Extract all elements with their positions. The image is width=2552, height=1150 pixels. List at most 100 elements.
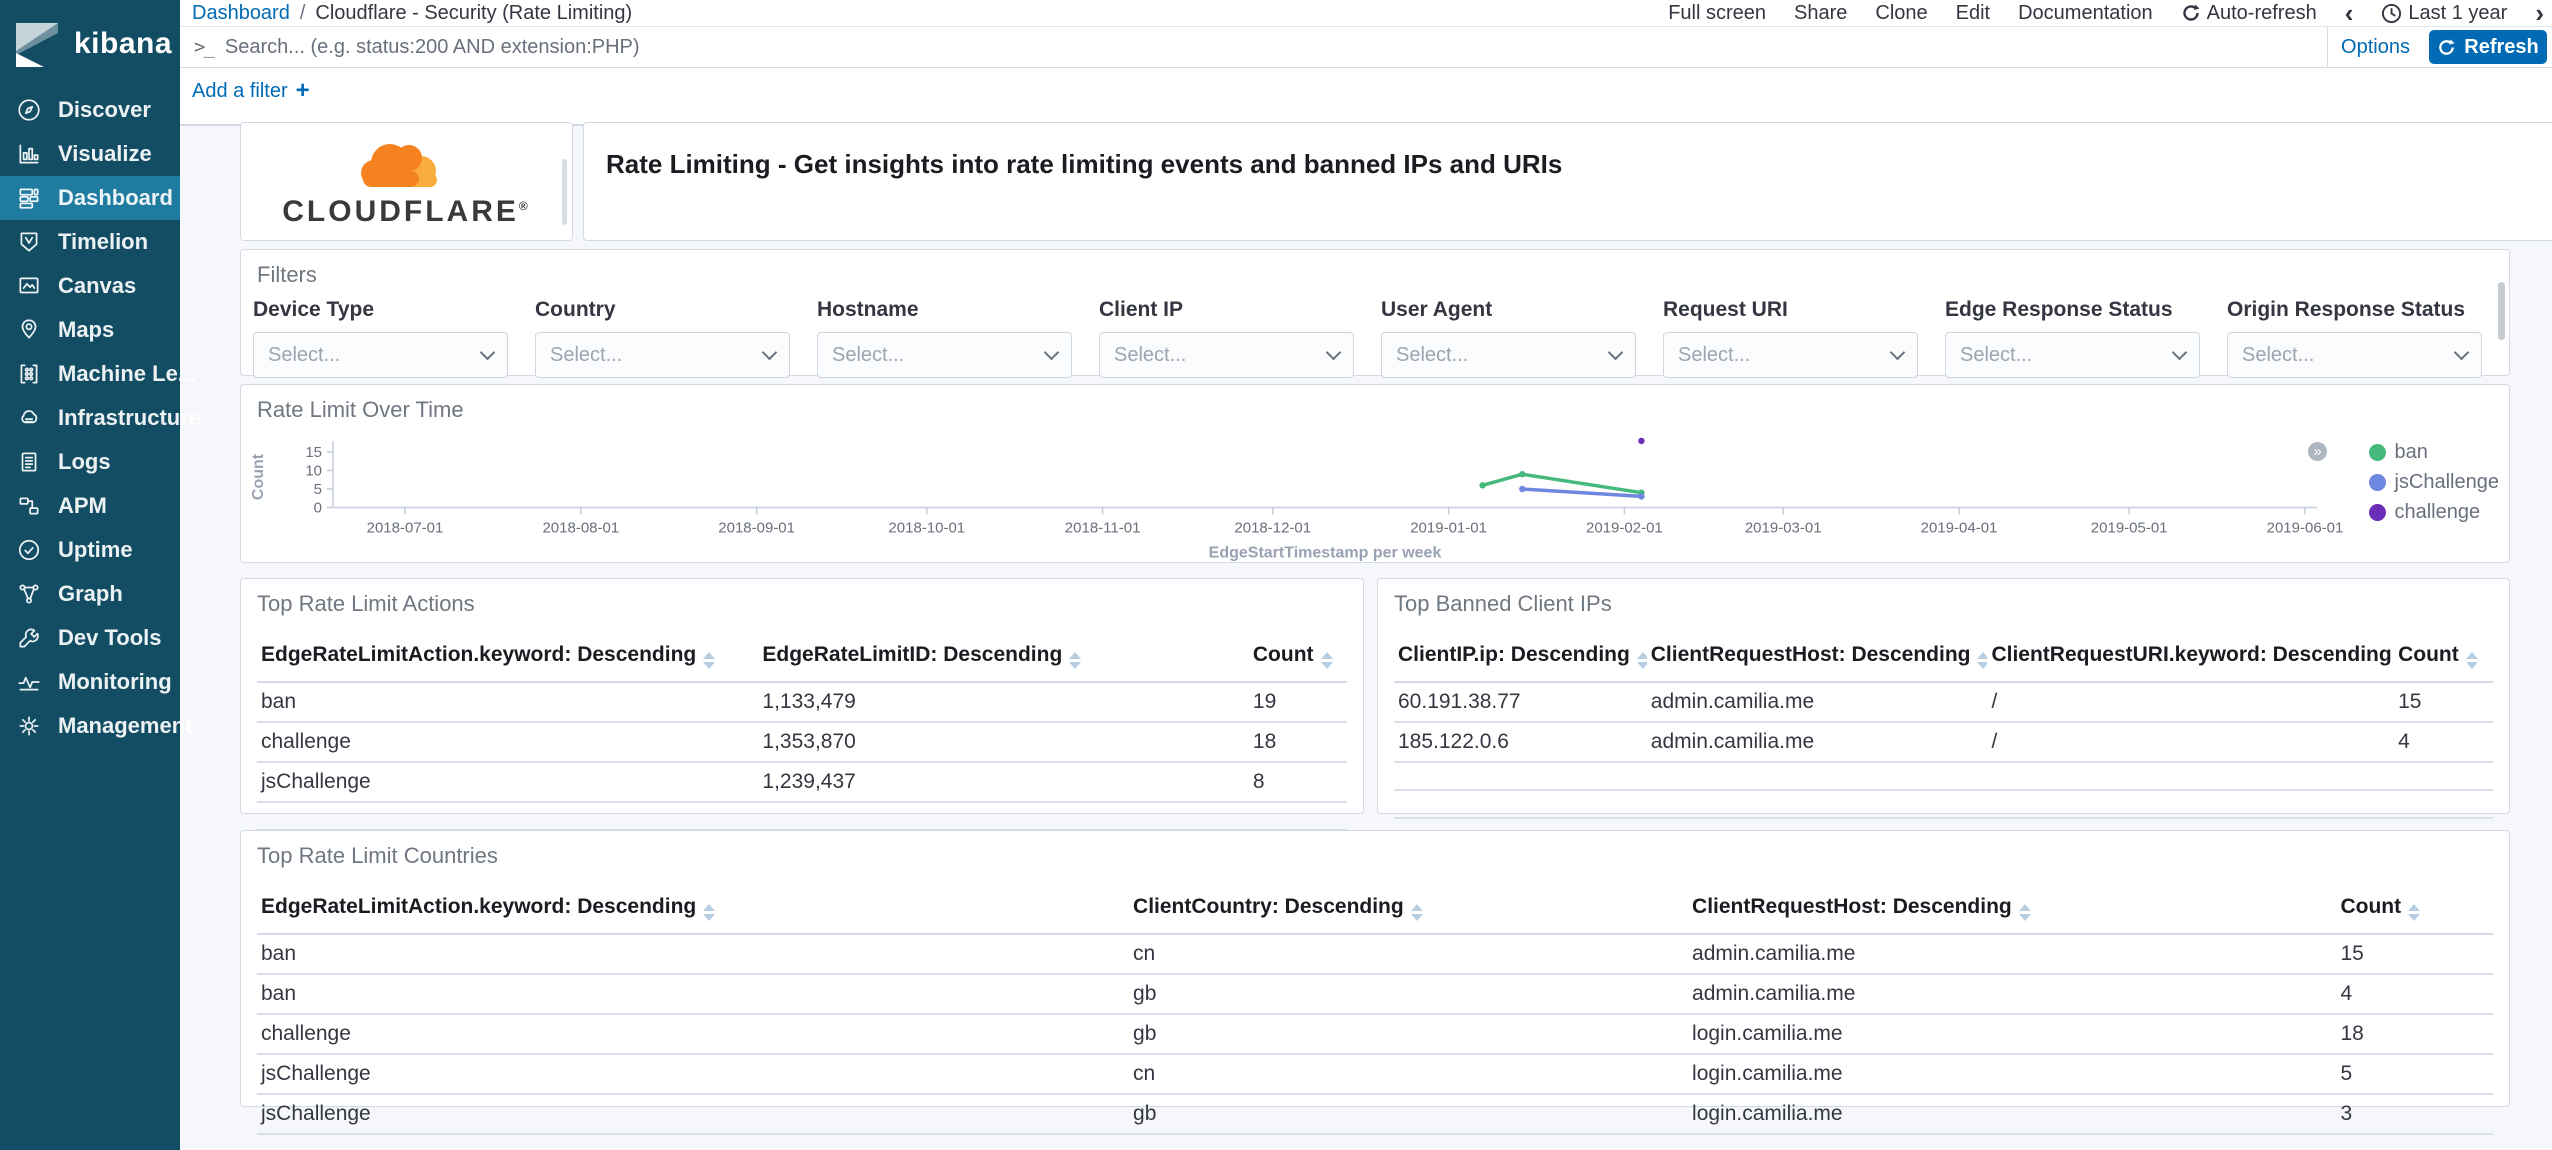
- table-cell: challenge: [257, 722, 759, 763]
- legend-label: challenge: [2394, 501, 2481, 523]
- sidebar-item-apm[interactable]: APM: [0, 484, 180, 528]
- table-cell: gb: [1129, 974, 1689, 1015]
- column-header-sort[interactable]: Count: [2394, 633, 2493, 683]
- sort-icon: [1977, 652, 1988, 669]
- svg-text:15: 15: [305, 444, 322, 461]
- column-header-sort[interactable]: EdgeRateLimitAction.keyword: Descending: [257, 633, 759, 683]
- maps-icon: [21, 319, 37, 339]
- chevron-down-icon: [1607, 344, 1624, 360]
- select-placeholder: Select...: [2242, 343, 2315, 366]
- filter-select-edge-response-status[interactable]: Select...: [1945, 332, 2200, 378]
- sidebar-item-dev-tools[interactable]: Dev Tools: [0, 616, 180, 660]
- filters-scrollbar[interactable]: [2498, 282, 2505, 340]
- nav-documentation-button[interactable]: Documentation: [2018, 2, 2153, 25]
- table-row: ban cn admin.camilia.me 15: [257, 934, 2493, 975]
- filter-field-label: Client IP: [1099, 298, 1184, 321]
- filter-select-hostname[interactable]: Select...: [817, 332, 1072, 378]
- sidebar-item-dashboard[interactable]: Dashboard: [0, 176, 180, 220]
- options-button[interactable]: Options: [2327, 27, 2423, 67]
- time-next-button[interactable]: ›: [2535, 0, 2544, 26]
- select-placeholder: Select...: [1114, 343, 1187, 366]
- legend-expand-button[interactable]: »: [2308, 442, 2327, 461]
- table-row: challenge gb login.camilia.me 18: [257, 1014, 2493, 1055]
- column-header-sort[interactable]: ClientRequestHost: Descending: [1688, 885, 2337, 935]
- svg-text:2018-12-01: 2018-12-01: [1234, 520, 1311, 537]
- time-prev-button[interactable]: ‹: [2345, 0, 2354, 26]
- panel-scrollbar[interactable]: [562, 159, 567, 225]
- table-cell: jsChallenge: [257, 1054, 1130, 1095]
- column-header-label: Count: [2340, 895, 2402, 918]
- sidebar-item-label: Maps: [58, 317, 115, 342]
- sidebar-item-machine-le[interactable]: Machine Le...: [0, 352, 196, 396]
- nav-full-screen-button[interactable]: Full screen: [1668, 2, 1766, 25]
- nav-share-button[interactable]: Share: [1794, 2, 1847, 25]
- nav-edit-button[interactable]: Edit: [1956, 2, 1990, 25]
- time-range-picker[interactable]: Last 1 year: [2381, 2, 2507, 25]
- filter-select-request-uri[interactable]: Select...: [1663, 332, 1918, 378]
- sidebar-item-canvas[interactable]: Canvas: [0, 264, 180, 308]
- kibana-logo[interactable]: kibana: [0, 0, 180, 88]
- refresh-button[interactable]: Refresh: [2429, 30, 2547, 64]
- filter-field-country: Country Select...: [535, 298, 790, 378]
- legend-item-challenge[interactable]: challenge: [2369, 501, 2499, 524]
- column-header-sort[interactable]: EdgeRateLimitID: Descending: [758, 633, 1249, 683]
- sidebar-item-maps[interactable]: Maps: [0, 308, 180, 352]
- column-header-sort[interactable]: EdgeRateLimitAction.keyword: Descending: [257, 885, 1130, 935]
- sidebar-item-logs[interactable]: Logs: [0, 440, 180, 484]
- sidebar-item-visualize[interactable]: Visualize: [0, 132, 180, 176]
- cloudflare-logo-panel: CLOUDFLARE®: [240, 122, 573, 241]
- sidebar-item-graph[interactable]: Graph: [0, 572, 180, 616]
- table-cell: ban: [257, 974, 1130, 1015]
- uptime-icon: [18, 539, 40, 561]
- sidebar-item-infrastructure[interactable]: Infrastructure: [0, 396, 201, 440]
- table-cell: 8: [1248, 762, 1347, 803]
- sidebar-item-label: Dev Tools: [58, 625, 162, 650]
- column-header-sort[interactable]: ClientRequestHost: Descending: [1646, 633, 1988, 683]
- filter-select-user-agent[interactable]: Select...: [1381, 332, 1636, 378]
- sidebar-item-label: Logs: [58, 449, 111, 474]
- sidebar-item-discover[interactable]: Discover: [0, 88, 180, 132]
- sidebar-item-monitoring[interactable]: Monitoring: [0, 660, 180, 704]
- auto-refresh-button[interactable]: Auto-refresh: [2181, 2, 2317, 25]
- breadcrumb-dashboard-link[interactable]: Dashboard: [192, 2, 290, 25]
- filter-select-origin-response-status[interactable]: Select...: [2227, 332, 2482, 378]
- svg-text:Count: Count: [250, 453, 267, 500]
- cloudflare-cloud-icon: [360, 143, 437, 187]
- sort-icon: [1069, 652, 1082, 669]
- banned-ips-table: ClientIP.ip: Descending ClientRequestHost…: [1394, 633, 2493, 819]
- table-cell: admin.camilia.me: [1646, 682, 1988, 723]
- filters-panel-title: Filters: [257, 262, 317, 287]
- actions-table: EdgeRateLimitAction.keyword: Descending E…: [257, 633, 1347, 831]
- sidebar-item-uptime[interactable]: Uptime: [0, 528, 180, 572]
- filter-field-label: Origin Response Status: [2227, 298, 2466, 321]
- sidebar-item-management[interactable]: Management: [0, 704, 192, 748]
- canvas-icon: [19, 277, 39, 294]
- legend-item-ban[interactable]: ban: [2369, 441, 2499, 464]
- sidebar-item-timelion[interactable]: Timelion: [0, 220, 180, 264]
- sidebar-item-label: Machine Le...: [58, 361, 197, 386]
- search-input[interactable]: [224, 35, 2327, 59]
- column-header-sort[interactable]: ClientRequestURI.keyword: Descending: [1987, 633, 2395, 683]
- column-header-sort[interactable]: ClientCountry: Descending: [1129, 885, 1689, 935]
- filter-select-device-type[interactable]: Select...: [253, 332, 508, 378]
- column-header-label: ClientIP.ip: Descending: [1398, 643, 1630, 666]
- nav-clone-button[interactable]: Clone: [1875, 2, 1927, 25]
- select-placeholder: Select...: [268, 343, 341, 366]
- logs-icon: [21, 452, 37, 472]
- table-cell: admin.camilia.me: [1688, 974, 2337, 1015]
- svg-text:2018-07-01: 2018-07-01: [367, 520, 444, 537]
- select-placeholder: Select...: [1396, 343, 1469, 366]
- sidebar: kibana Discover Visualize Dashboard Timelio…: [0, 0, 201, 1150]
- svg-text:2018-09-01: 2018-09-01: [718, 520, 795, 537]
- column-header-sort[interactable]: Count: [1248, 633, 1347, 683]
- svg-text:10: 10: [305, 463, 322, 480]
- cloudflare-wordmark: CLOUDFLARE®: [282, 194, 531, 228]
- filter-select-client-ip[interactable]: Select...: [1099, 332, 1354, 378]
- add-filter-button[interactable]: Add a filter +: [192, 77, 310, 105]
- legend-item-jsChallenge[interactable]: jsChallenge: [2369, 471, 2499, 494]
- table-cell: 18: [1248, 722, 1347, 763]
- column-header-sort[interactable]: Count: [2336, 885, 2493, 935]
- filter-select-country[interactable]: Select...: [535, 332, 790, 378]
- column-header-sort[interactable]: ClientIP.ip: Descending: [1394, 633, 1647, 683]
- filter-field-edge-response-status: Edge Response Status Select...: [1945, 298, 2200, 378]
